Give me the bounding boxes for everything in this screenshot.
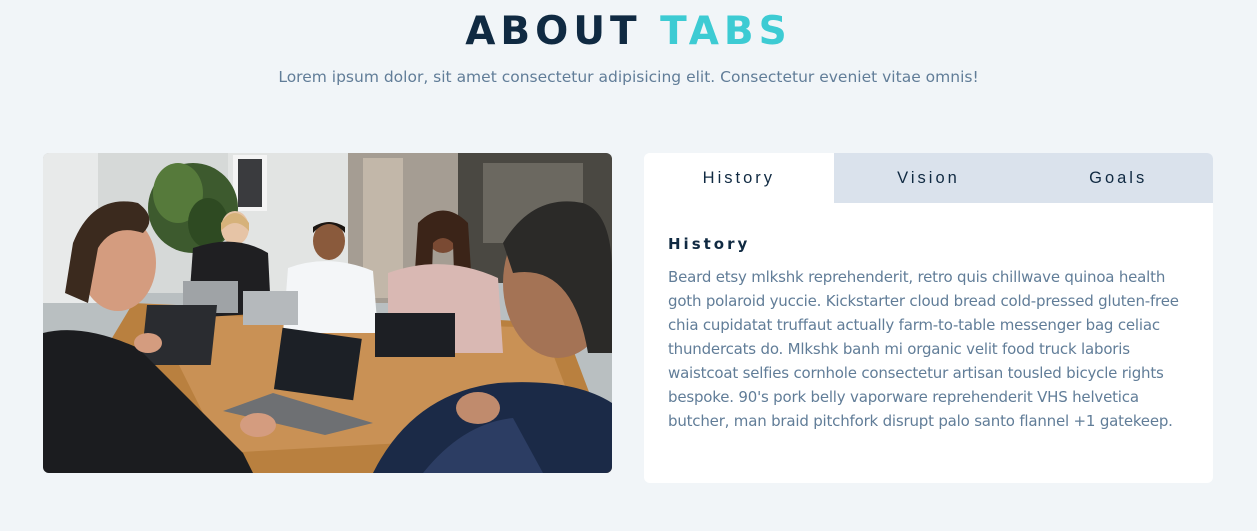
tab-goals[interactable]: Goals	[1023, 153, 1213, 203]
tab-content-heading: History	[668, 235, 751, 253]
page-title: ABOUT TABS	[0, 8, 1257, 56]
page-subtitle: Lorem ipsum dolor, sit amet consectetur …	[278, 68, 979, 86]
page-title-accent: TABS	[660, 9, 792, 54]
tab-vision[interactable]: Vision	[833, 153, 1024, 203]
page-title-main: ABOUT	[465, 9, 642, 54]
tab-bar: History Vision Goals	[644, 153, 1213, 203]
tab-content: History Beard etsy mlkshk reprehenderit,…	[644, 203, 1213, 433]
team-meeting-photo	[43, 153, 612, 473]
tabs-container: History Vision Goals History Beard etsy …	[644, 153, 1213, 483]
tab-content-text: Beard etsy mlkshk reprehenderit, retro q…	[668, 268, 1179, 430]
tab-history[interactable]: History	[644, 153, 834, 203]
